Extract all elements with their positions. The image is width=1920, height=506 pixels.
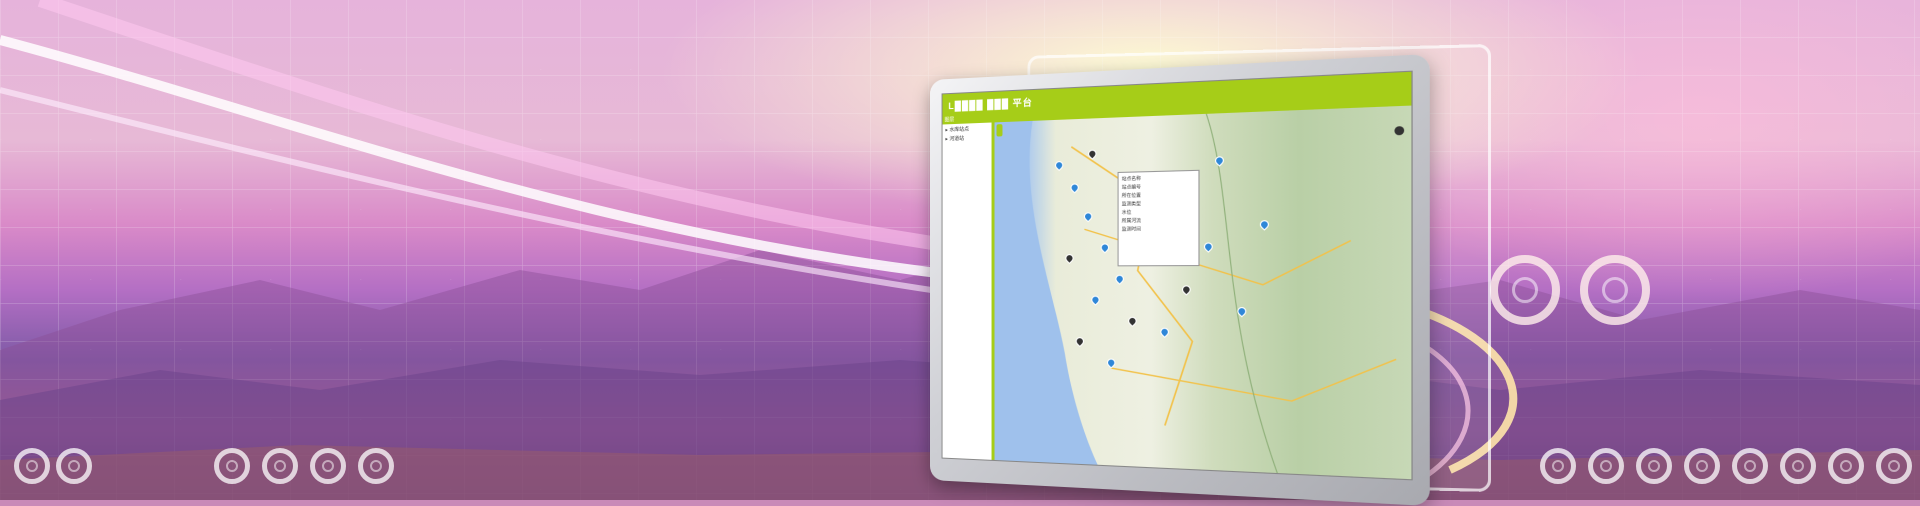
app-title: L████ ███ 平台 (948, 95, 1032, 112)
zoom-control-icon[interactable] (996, 124, 1002, 136)
popup-line: 监测时间 (1122, 225, 1195, 232)
map-panel: 站点名称 站点编号 所在位置 监测类型 水位 所属河流 监测时间 (995, 97, 1412, 480)
monitor: L████ ███ 平台 图层 ▸ 水库站点 ▸ 河道站 站点名称 站点编号 所… (930, 54, 1430, 506)
ring-icon (1828, 448, 1864, 484)
ring-icon (262, 448, 298, 484)
ring-icon (1540, 448, 1576, 484)
ring-icon (214, 448, 250, 484)
sidebar: 图层 ▸ 水库站点 ▸ 河道站 (943, 114, 995, 460)
ring-icon (1684, 448, 1720, 484)
ring-icon (1876, 448, 1912, 484)
popup-line: 所属河流 (1122, 217, 1195, 224)
popup-line: 站点编号 (1122, 183, 1195, 191)
ring-icon (1732, 448, 1768, 484)
sidebar-item-river[interactable]: ▸ 河道站 (943, 132, 992, 143)
ring-icon (1780, 448, 1816, 484)
popup-line: 监测类型 (1122, 200, 1195, 208)
popup-line: 站点名称 (1122, 174, 1195, 182)
ring-icon (358, 448, 394, 484)
station-info-popup: 站点名称 站点编号 所在位置 监测类型 水位 所属河流 监测时间 (1118, 170, 1200, 267)
target-ring-icon (1580, 255, 1650, 325)
ring-icon (56, 448, 92, 484)
ring-icon (1636, 448, 1672, 484)
ring-icon (1588, 448, 1624, 484)
app-screen: L████ ███ 平台 图层 ▸ 水库站点 ▸ 河道站 站点名称 站点编号 所… (942, 71, 1413, 481)
ring-icon (310, 448, 346, 484)
target-ring-icon (1490, 255, 1560, 325)
popup-line: 水位 (1122, 208, 1195, 216)
map-view[interactable]: 站点名称 站点编号 所在位置 监测类型 水位 所属河流 监测时间 (995, 106, 1412, 480)
popup-line: 所在位置 (1122, 191, 1195, 199)
ring-icon (14, 448, 50, 484)
